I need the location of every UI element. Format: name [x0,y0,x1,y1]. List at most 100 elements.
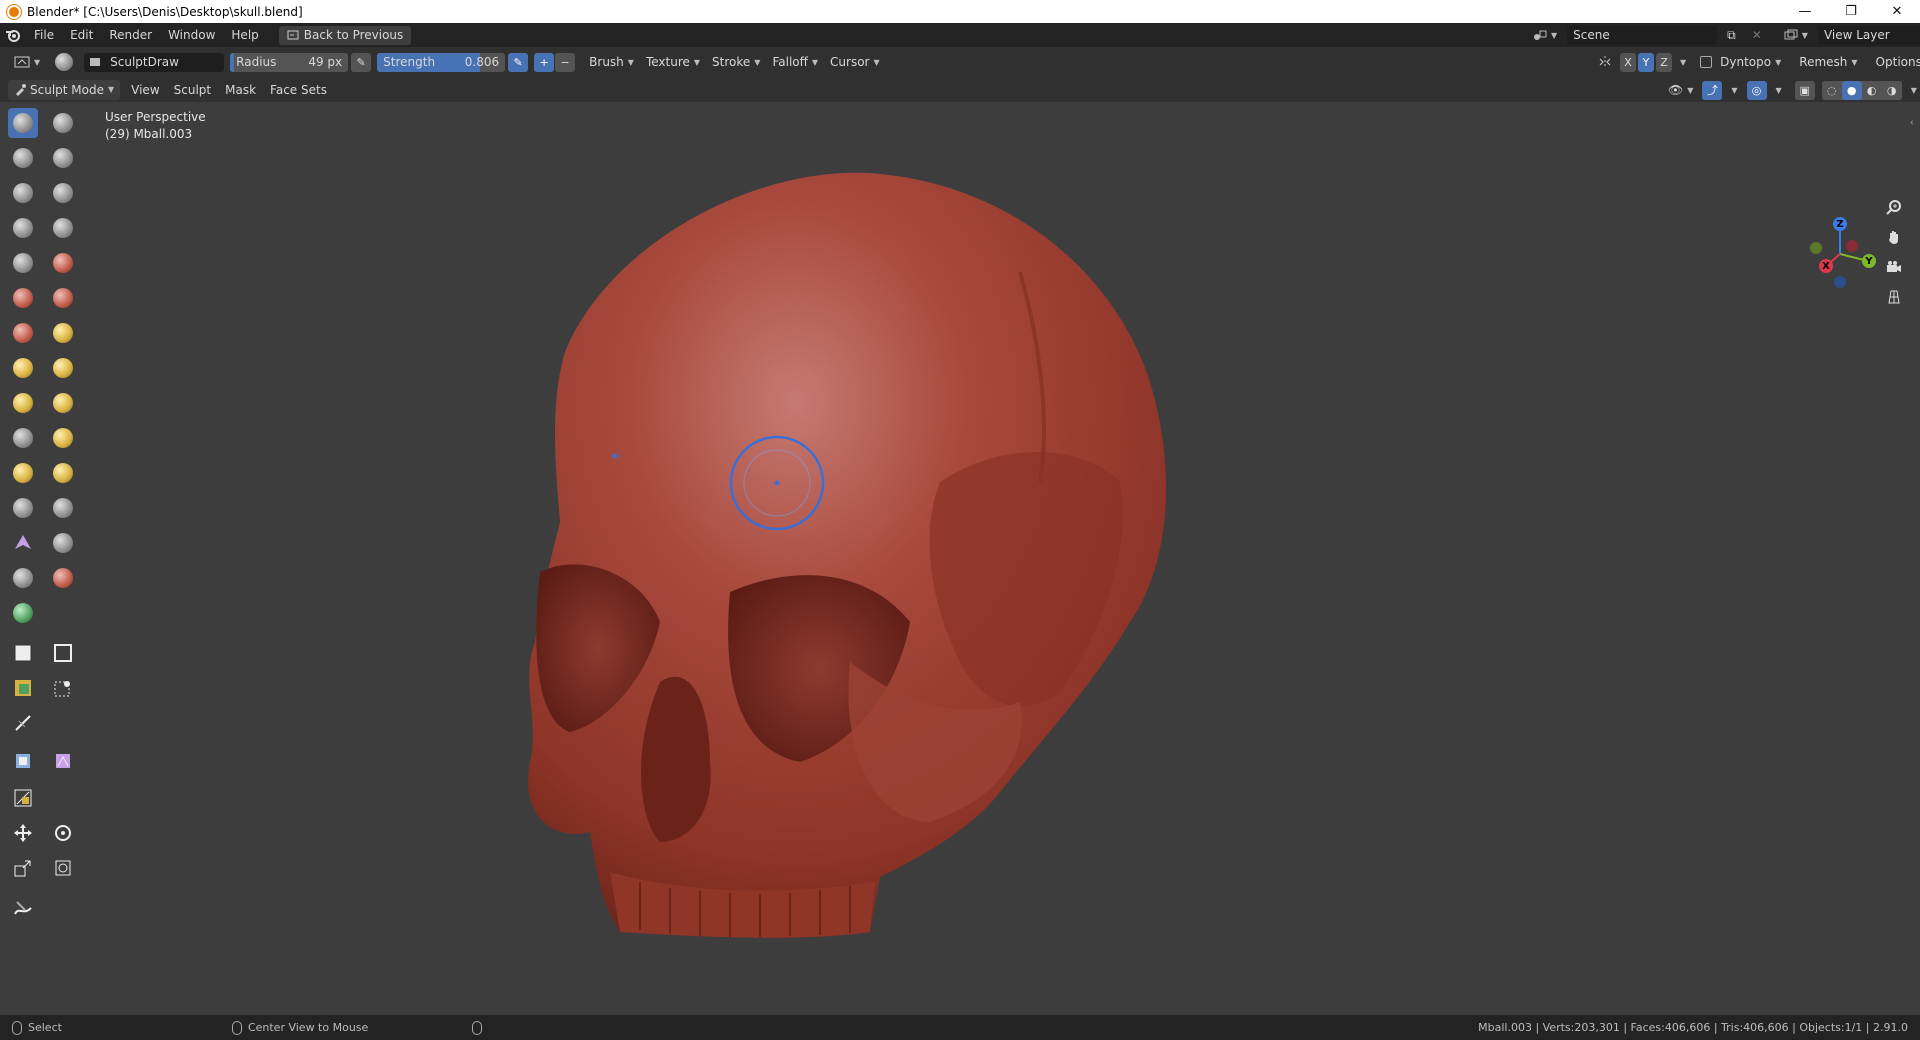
radius-slider[interactable]: Radius 49 px [230,52,349,72]
menu-face-sets[interactable]: Face Sets [263,80,334,100]
brush-preview-icon[interactable] [52,51,76,73]
tool-box-mask-icon[interactable] [8,638,38,668]
minimize-button[interactable]: — [1782,0,1828,23]
menu-render[interactable]: Render [101,25,160,45]
tool-draw-icon[interactable] [8,108,38,138]
close-button[interactable]: ✕ [1874,0,1920,23]
xray-toggle-icon[interactable]: ▣ [1794,80,1815,100]
shading-wireframe-icon[interactable]: ◌ [1821,80,1842,100]
navigation-gizmo[interactable]: Z Y X [1800,214,1880,294]
blender-logo-icon[interactable] [0,25,26,45]
strength-slider[interactable]: Strength 0.806 [377,52,506,72]
scene-browse-button[interactable]: ▼ [1527,25,1563,45]
tool-box-trim-icon[interactable] [48,673,78,703]
tool-mesh-filter-icon[interactable] [8,746,38,776]
3d-viewport[interactable]: User Perspective (29) Mball.003 Z Y X ‹ [0,102,1920,1015]
remesh-menu[interactable]: Remesh ▼ [1793,52,1863,72]
tool-multiplane-scrape-icon[interactable] [48,318,78,348]
menu-window[interactable]: Window [160,25,223,45]
gizmo-y-axis[interactable]: Y [1862,254,1876,268]
symmetry-dropdown[interactable]: ▼ [1674,52,1692,72]
overlay-toggle-icon[interactable]: ◎ [1746,80,1767,100]
tool-scale-icon[interactable] [8,853,38,883]
tool-snake-hook-icon[interactable] [48,388,78,418]
visibility-icon[interactable]: 👁 ▼ [1662,80,1699,100]
menu-view[interactable]: View [124,80,166,100]
overlay-dropdown[interactable]: ▼ [1770,80,1788,100]
options-menu[interactable]: Options▼ [1870,52,1920,72]
menu-file[interactable]: File [26,25,62,45]
tool-simplify-icon[interactable] [48,528,78,558]
radius-pressure-icon[interactable]: ✎ [351,52,372,72]
tool-elastic-deform-icon[interactable] [8,388,38,418]
dyntopo-checkbox[interactable] [1700,56,1713,68]
tool-draw-sharp-icon[interactable] [48,108,78,138]
tool-draw-face-sets-icon[interactable] [48,563,78,593]
tool-fill-icon[interactable] [48,283,78,313]
tool-slide-relax-icon[interactable] [8,493,38,523]
restore-button[interactable]: ❐ [1828,0,1874,23]
tool-rotate-icon[interactable] [48,458,78,488]
tool-boundary-icon[interactable] [48,493,78,523]
tool-flatten-icon[interactable] [8,283,38,313]
shading-solid-icon[interactable]: ● [1841,80,1862,100]
falloff-menu[interactable]: Falloff ▼ [766,52,824,72]
mirror-z-toggle[interactable]: Z [1656,52,1672,72]
menu-sculpt[interactable]: Sculpt [167,80,218,100]
strength-pressure-icon[interactable]: ✎ [508,52,529,72]
tool-clay-icon[interactable] [8,143,38,173]
brush-menu[interactable]: Brush ▼ [583,52,640,72]
zoom-icon[interactable] [1881,194,1907,220]
tool-move-icon[interactable] [8,818,38,848]
direction-subtract-icon[interactable]: − [555,52,576,72]
tool-scrape-icon[interactable] [8,318,38,348]
mode-selector[interactable]: Sculpt Mode ▼ [8,79,121,100]
tool-annotate-icon[interactable] [8,893,38,923]
tool-cloth-filter-icon[interactable] [48,746,78,776]
new-scene-icon[interactable]: ⧉ [1721,25,1742,45]
tool-layer-icon[interactable] [48,178,78,208]
tool-pose-icon[interactable] [48,423,78,453]
tool-pinch-icon[interactable] [8,353,38,383]
scene-name-field[interactable]: Scene [1567,25,1718,45]
tool-inflate-icon[interactable] [8,213,38,243]
dyntopo-menu[interactable]: Dyntopo ▼ [1714,52,1787,72]
shading-material-icon[interactable]: ◐ [1861,80,1882,100]
tool-nudge-icon[interactable] [8,458,38,488]
mirror-x-toggle[interactable]: X [1620,52,1636,72]
tool-color-filter-icon[interactable] [8,783,38,813]
tool-smooth-icon[interactable] [48,248,78,278]
view-layer-field[interactable]: View Layer [1817,25,1920,45]
stroke-menu[interactable]: Stroke ▼ [706,52,766,72]
tool-box-face-set-icon[interactable] [8,673,38,703]
menu-mask[interactable]: Mask [218,80,263,100]
perspective-toggle-icon[interactable] [1881,284,1907,310]
mirror-y-toggle[interactable]: Y [1638,52,1654,72]
gizmo-dropdown[interactable]: ▼ [1725,80,1743,100]
brush-name-field[interactable]: SculptDraw [84,52,225,72]
tool-mask-icon[interactable] [8,563,38,593]
gizmo-x-axis[interactable]: X [1819,259,1833,273]
sidebar-toggle-icon[interactable]: ‹ [1910,118,1914,128]
skull-mesh[interactable] [0,102,1920,1015]
tool-transform-icon[interactable] [48,853,78,883]
shading-dropdown[interactable]: ▼ [1905,80,1920,100]
tool-grab-icon[interactable] [48,353,78,383]
tool-crease-icon[interactable] [8,248,38,278]
texture-menu[interactable]: Texture ▼ [640,52,706,72]
shading-rendered-icon[interactable]: ◑ [1881,80,1902,100]
tool-thumb-icon[interactable] [8,423,38,453]
tool-cloth-icon[interactable] [8,528,38,558]
tool-clay-thumb-icon[interactable] [8,178,38,208]
symmetry-icon[interactable] [1592,52,1618,72]
direction-add-icon[interactable]: + [534,52,555,72]
pan-hand-icon[interactable] [1881,224,1907,250]
tool-line-project-icon[interactable] [8,708,38,738]
delete-scene-icon[interactable]: ✕ [1746,25,1768,45]
tool-rotate-transform-icon[interactable] [48,818,78,848]
tool-clay-strips-icon[interactable] [48,143,78,173]
gizmo-z-axis[interactable]: Z [1833,217,1847,231]
menu-edit[interactable]: Edit [62,25,101,45]
camera-view-icon[interactable] [1881,254,1907,280]
gizmo-toggle-icon[interactable]: ⤴ [1702,80,1723,100]
